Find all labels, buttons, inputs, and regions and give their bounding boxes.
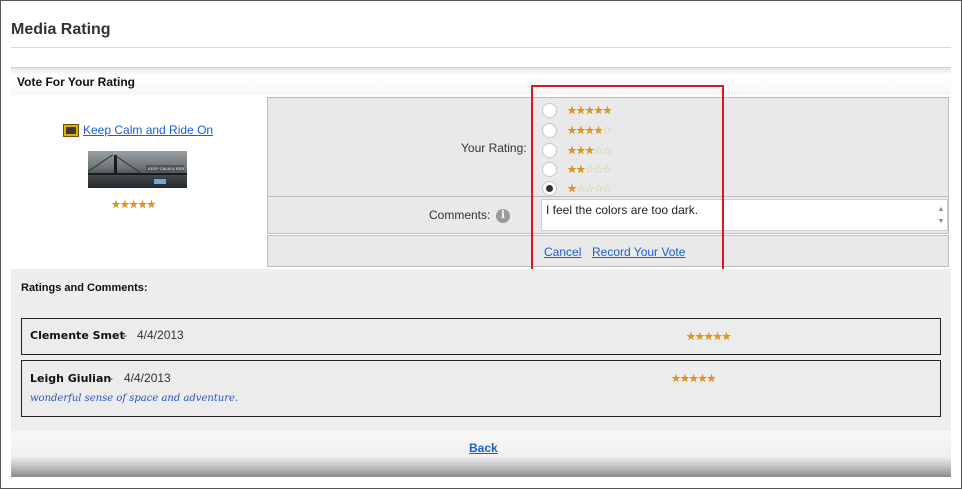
record-vote-button[interactable]: Record Your Vote (592, 245, 685, 259)
rating-option-stars-5: ☆☆☆☆☆ ★★★★★ (567, 104, 612, 117)
rating-row: Your Rating: ☆☆☆☆☆ ★★★★★ ☆☆☆☆☆ ★★★★ ☆☆☆☆☆ ★… (267, 97, 949, 197)
actions-row: Cancel Record Your Vote (267, 235, 949, 267)
comments-row: Comments: i I feel the colors are too da… (267, 197, 949, 234)
rating-option-4[interactable]: ☆☆☆☆☆ ★★★★ (542, 122, 632, 140)
rating-separator: - (109, 371, 113, 385)
media-link[interactable]: Keep Calm and Ride On (63, 123, 213, 137)
thumbnail-cable (88, 154, 114, 172)
rating-date: 4/4/2013 (137, 328, 184, 342)
comments-value: I feel the colors are too dark. (546, 203, 699, 217)
rating-author: Leigh Giulian (30, 372, 112, 385)
media-thumbnail[interactable]: KEEP CALM & RIDE ON (88, 151, 187, 188)
ratings-section: Ratings and Comments: Clemente Smet - 4/… (11, 269, 951, 431)
thumbnail-cable (114, 155, 141, 173)
ratings-heading: Ratings and Comments: (21, 282, 148, 294)
rating-option-1[interactable]: ☆☆☆☆☆ ★ (542, 180, 632, 198)
rating-radio-5[interactable] (542, 103, 557, 118)
rating-radio-3[interactable] (542, 143, 557, 158)
rating-date: 4/4/2013 (124, 371, 171, 385)
vote-form: Your Rating: ☆☆☆☆☆ ★★★★★ ☆☆☆☆☆ ★★★★ ☆☆☆☆☆ ★… (267, 97, 949, 267)
thumbnail-logo (154, 179, 166, 184)
vote-section-header: Vote For Your Rating (11, 67, 951, 95)
comments-scrollbar[interactable]: ▲ ▼ (937, 204, 945, 228)
back-button[interactable]: Back (469, 441, 498, 455)
media-link-label: Keep Calm and Ride On (83, 123, 214, 137)
rating-card: Leigh Giulian - 4/4/2013 ☆☆☆☆☆ ★★★★★ wond… (21, 360, 941, 417)
page-title: Media Rating (11, 21, 111, 38)
rating-comment: wonderful sense of space and adventure. (30, 393, 239, 404)
comments-label: Comments: (429, 208, 491, 222)
rating-option-stars-2: ☆☆☆☆☆ ★★ (567, 163, 612, 176)
rating-separator: - (123, 328, 127, 342)
comments-textarea[interactable]: I feel the colors are too dark. ▲ ▼ (541, 199, 948, 231)
thumbnail-bridge-deck (88, 173, 187, 175)
rating-stars: ☆☆☆☆☆ ★★★★★ (671, 372, 716, 385)
rating-radio-4[interactable] (542, 123, 557, 138)
rating-card: Clemente Smet - 4/4/2013 ☆☆☆☆☆ ★★★★★ (21, 318, 941, 355)
cancel-button[interactable]: Cancel (544, 245, 581, 259)
media-average-rating: ☆☆☆☆☆ ★★★★★ (111, 198, 156, 211)
title-divider (11, 47, 951, 48)
page-frame: Media Rating Vote For Your Rating Keep C… (0, 0, 962, 489)
rating-option-stars-4: ☆☆☆☆☆ ★★★★ (567, 124, 612, 137)
rating-option-2[interactable]: ☆☆☆☆☆ ★★ (542, 161, 632, 179)
rating-option-3[interactable]: ☆☆☆☆☆ ★★★ (542, 142, 632, 160)
thumbnail-caption: KEEP CALM & RIDE ON (146, 165, 184, 172)
rating-stars: ☆☆☆☆☆ ★★★★★ (686, 330, 731, 343)
rating-radio-1[interactable] (542, 181, 557, 196)
rating-author: Clemente Smet (30, 329, 125, 342)
rating-option-5[interactable]: ☆☆☆☆☆ ★★★★★ (542, 102, 632, 120)
rating-option-stars-1: ☆☆☆☆☆ ★ (567, 182, 612, 195)
rating-radio-2[interactable] (542, 162, 557, 177)
footer-bar: Back (11, 431, 951, 477)
thumbnail-bridge-tower (114, 155, 117, 175)
info-icon[interactable]: i (496, 209, 510, 223)
media-file-icon (63, 123, 79, 137)
rating-label: Your Rating: (461, 141, 527, 155)
vote-section-title: Vote For Your Rating (17, 75, 136, 89)
rating-option-stars-3: ☆☆☆☆☆ ★★★ (567, 144, 612, 157)
